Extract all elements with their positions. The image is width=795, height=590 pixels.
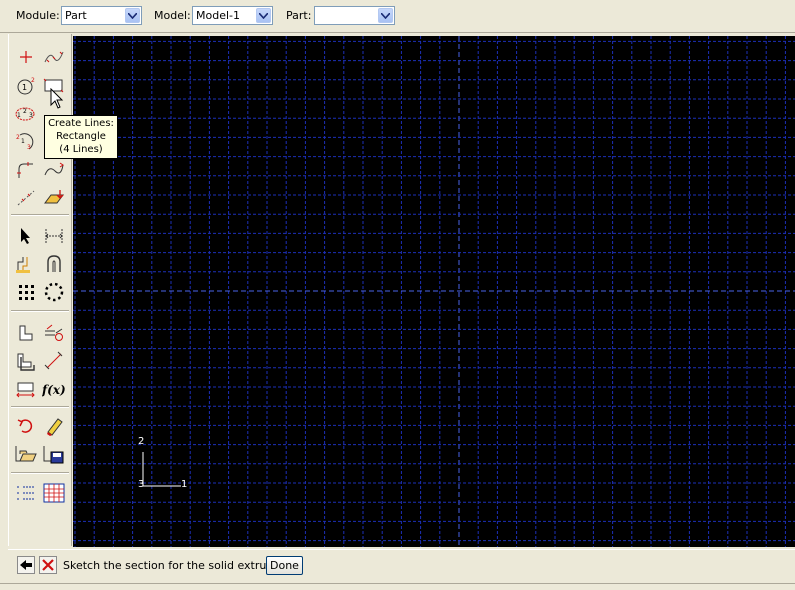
triad-label-x: 1 [181,479,188,490]
arc-tangent-icon[interactable] [42,158,66,182]
tooltip-line: (4 Lines) [59,144,103,155]
svg-text:2: 2 [31,77,35,84]
circle-center-perimeter-icon[interactable]: 12 [14,74,38,98]
toolbox-separator [11,310,69,312]
extrude-icon[interactable] [42,186,66,210]
svg-text:1: 1 [21,138,25,145]
ellipse-icon[interactable]: 213 [14,129,38,153]
part-select[interactable] [314,6,395,25]
svg-text:1: 1 [17,112,21,119]
svg-text:f(x): f(x) [42,383,66,397]
toolbox-separator [11,472,69,474]
svg-text:3: 3 [27,144,31,151]
triad-label-z: 3 [138,479,145,490]
svg-text:3: 3 [29,112,33,119]
isolated-point-icon[interactable] [14,45,38,69]
options-icon[interactable] [14,481,38,505]
sketch-toolbox: 12 123 213 f(x) [8,34,72,546]
select-arrow-icon[interactable] [14,224,38,248]
chevron-down-icon[interactable] [378,8,393,23]
svg-text:2: 2 [16,134,20,141]
grid-icon[interactable] [42,481,66,505]
function-icon[interactable]: f(x) [42,377,68,401]
tooltip: Create Lines: Rectangle (4 Lines) [44,115,118,159]
previous-button[interactable] [17,556,35,574]
chevron-down-icon[interactable] [125,8,140,23]
undo-icon[interactable] [14,414,38,438]
context-bar: Module: Part Model: Model-1 Part: [0,0,795,33]
svg-text:1: 1 [22,83,27,92]
toolbox-separator [11,406,69,408]
tooltip-line: Rectangle [56,131,106,142]
offset-icon[interactable] [14,252,38,276]
model-select[interactable]: Model-1 [192,6,273,25]
part-label: Part: [286,9,312,22]
prompt-text: Sketch the section for the solid extrusi… [63,559,289,572]
back-arrow-icon [20,560,32,570]
model-label: Model: [154,9,191,22]
mirror-icon[interactable] [14,321,38,345]
prompt-area: Sketch the section for the solid extrusi… [8,549,795,582]
module-label: Module: [16,9,60,22]
module-select[interactable]: Part [61,6,142,25]
open-sketch-icon[interactable] [14,442,38,466]
close-icon [42,559,54,571]
mouse-cursor-icon [50,88,64,109]
module-value: Part [65,9,87,22]
dimension-edit-icon[interactable] [42,349,66,373]
sketch-viewport[interactable]: 2 3 1 [73,36,795,547]
pattern-radial-icon[interactable] [42,280,66,304]
spline-icon[interactable] [42,45,66,69]
construction-line-icon[interactable] [14,186,38,210]
dimension-icon[interactable] [42,224,66,248]
model-value: Model-1 [196,9,240,22]
fillet-icon[interactable] [14,158,38,182]
triad-label-y: 2 [138,436,145,447]
done-button[interactable]: Done [266,556,303,575]
save-sketch-icon[interactable] [42,442,66,466]
chevron-down-icon[interactable] [256,8,271,23]
toolbox-separator [11,214,69,216]
cancel-button[interactable] [39,556,57,574]
loop-icon[interactable] [42,252,66,276]
parameter-icon[interactable] [14,377,38,401]
erase-icon[interactable] [42,414,66,438]
circle-3point-icon[interactable]: 123 [14,102,38,126]
svg-text:2: 2 [23,108,27,115]
tooltip-line: Create Lines: [48,118,114,129]
pattern-linear-icon[interactable] [14,280,38,304]
copy-icon[interactable] [14,349,38,373]
constraint-icon[interactable] [42,321,66,345]
